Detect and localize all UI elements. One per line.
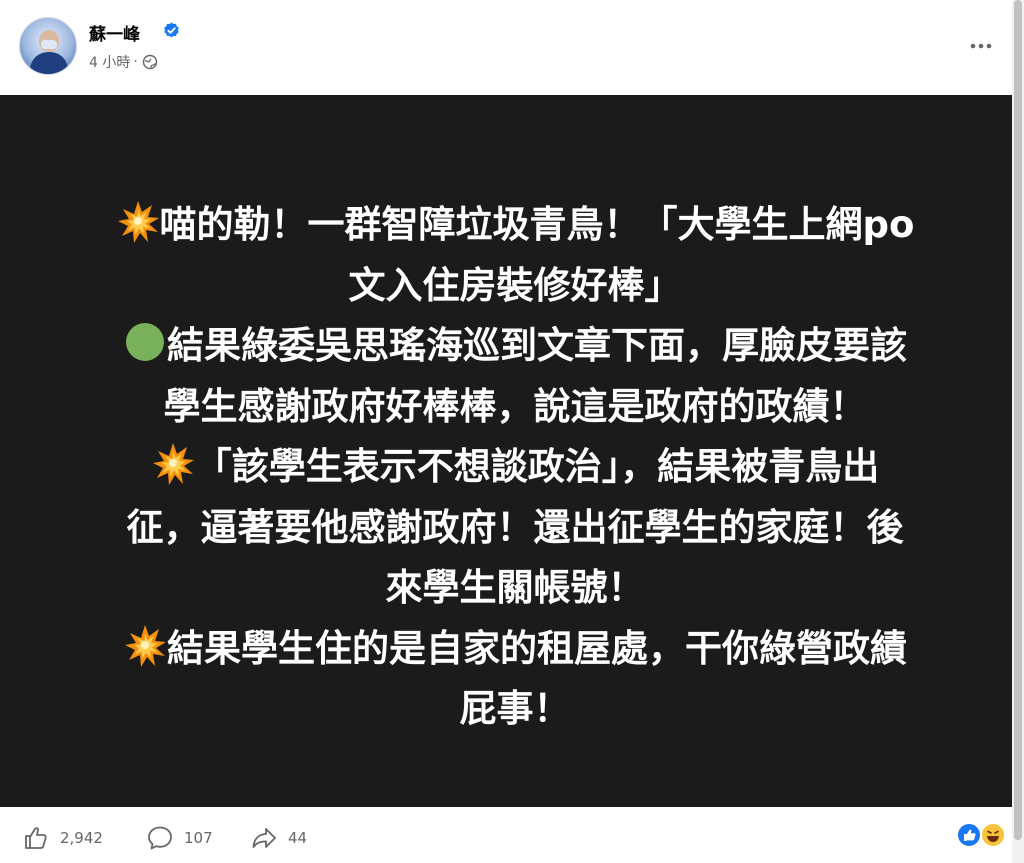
post-line: 來學生關帳號！ bbox=[40, 558, 990, 619]
post-line: 「該學生表示不想談政治」，結果被青鳥出 bbox=[40, 437, 990, 498]
post-header: 蘇一峰 4 小時 · bbox=[0, 0, 1024, 95]
post-line: 結果學生住的是自家的租屋處，干你綠營政績 bbox=[40, 619, 990, 680]
post-line-text: 「該學生表示不想談政治」，結果被青鳥出 bbox=[194, 445, 880, 488]
comment-icon[interactable] bbox=[146, 824, 174, 852]
more-options-icon[interactable] bbox=[966, 36, 996, 56]
like-stat[interactable]: 2,942 bbox=[22, 824, 103, 852]
post-line-text: 喵的勒！一群智障垃圾青鳥！「大學生上網po bbox=[159, 203, 915, 246]
post-body: 喵的勒！一群智障垃圾青鳥！「大學生上網po 文入住房裝修好棒」結果綠委吳思瑤海巡到… bbox=[40, 195, 990, 740]
collision-icon bbox=[123, 623, 167, 667]
like-count: 2,942 bbox=[60, 829, 103, 847]
post-meta: 4 小時 · bbox=[89, 52, 158, 72]
post-line: 屁事！ bbox=[40, 679, 990, 740]
share-count: 44 bbox=[288, 829, 308, 847]
post-line: 結果綠委吳思瑤海巡到文章下面，厚臉皮要該 bbox=[40, 316, 990, 377]
comment-stat[interactable]: 107 bbox=[146, 824, 213, 852]
post-line: 喵的勒！一群智障垃圾青鳥！「大學生上網po bbox=[40, 195, 990, 256]
post-line-text: 征，逼著要他感謝政府！還出征學生的家庭！後 bbox=[126, 505, 904, 549]
post-text-card: 喵的勒！一群智障垃圾青鳥！「大學生上網po 文入住房裝修好棒」結果綠委吳思瑤海巡到… bbox=[0, 95, 1019, 807]
post-time[interactable]: 4 小時 bbox=[89, 52, 130, 72]
share-icon[interactable] bbox=[250, 824, 278, 852]
post-line: 征，逼著要他感謝政府！還出征學生的家庭！後 bbox=[40, 498, 990, 559]
post-footer: 2,942 107 44 bbox=[0, 807, 1012, 863]
post-line: 文入住房裝修好棒」 bbox=[40, 256, 990, 317]
post-line-text: 結果綠委吳思瑤海巡到文章下面，厚臉皮要該 bbox=[167, 324, 907, 367]
post-line-text: 學生感謝政府好棒棒，說這是政府的政績！ bbox=[163, 384, 867, 428]
author-name[interactable]: 蘇一峰 bbox=[89, 20, 140, 45]
verified-badge-icon bbox=[164, 22, 179, 38]
meta-separator: · bbox=[133, 54, 138, 70]
scrollbar-thumb[interactable] bbox=[1014, 0, 1022, 840]
collision-icon bbox=[116, 199, 160, 243]
collision-icon bbox=[151, 441, 195, 485]
scrollbar[interactable] bbox=[1012, 0, 1024, 863]
reactions-icon[interactable] bbox=[955, 821, 1011, 849]
post-line-text: 文入住房裝修好棒」 bbox=[348, 263, 682, 307]
post-line-text: 結果學生住的是自家的租屋處，干你綠營政績 bbox=[167, 626, 907, 670]
avatar[interactable] bbox=[19, 17, 77, 75]
share-stat[interactable]: 44 bbox=[250, 824, 307, 852]
post-line-text: 屁事！ bbox=[459, 687, 571, 730]
globe-icon[interactable] bbox=[142, 54, 158, 70]
like-icon[interactable] bbox=[22, 824, 50, 852]
comment-count: 107 bbox=[184, 829, 213, 847]
green-circle-icon bbox=[123, 320, 167, 364]
post-line-text: 來學生關帳號！ bbox=[385, 566, 645, 609]
post-line: 學生感謝政府好棒棒，說這是政府的政績！ bbox=[40, 377, 990, 438]
